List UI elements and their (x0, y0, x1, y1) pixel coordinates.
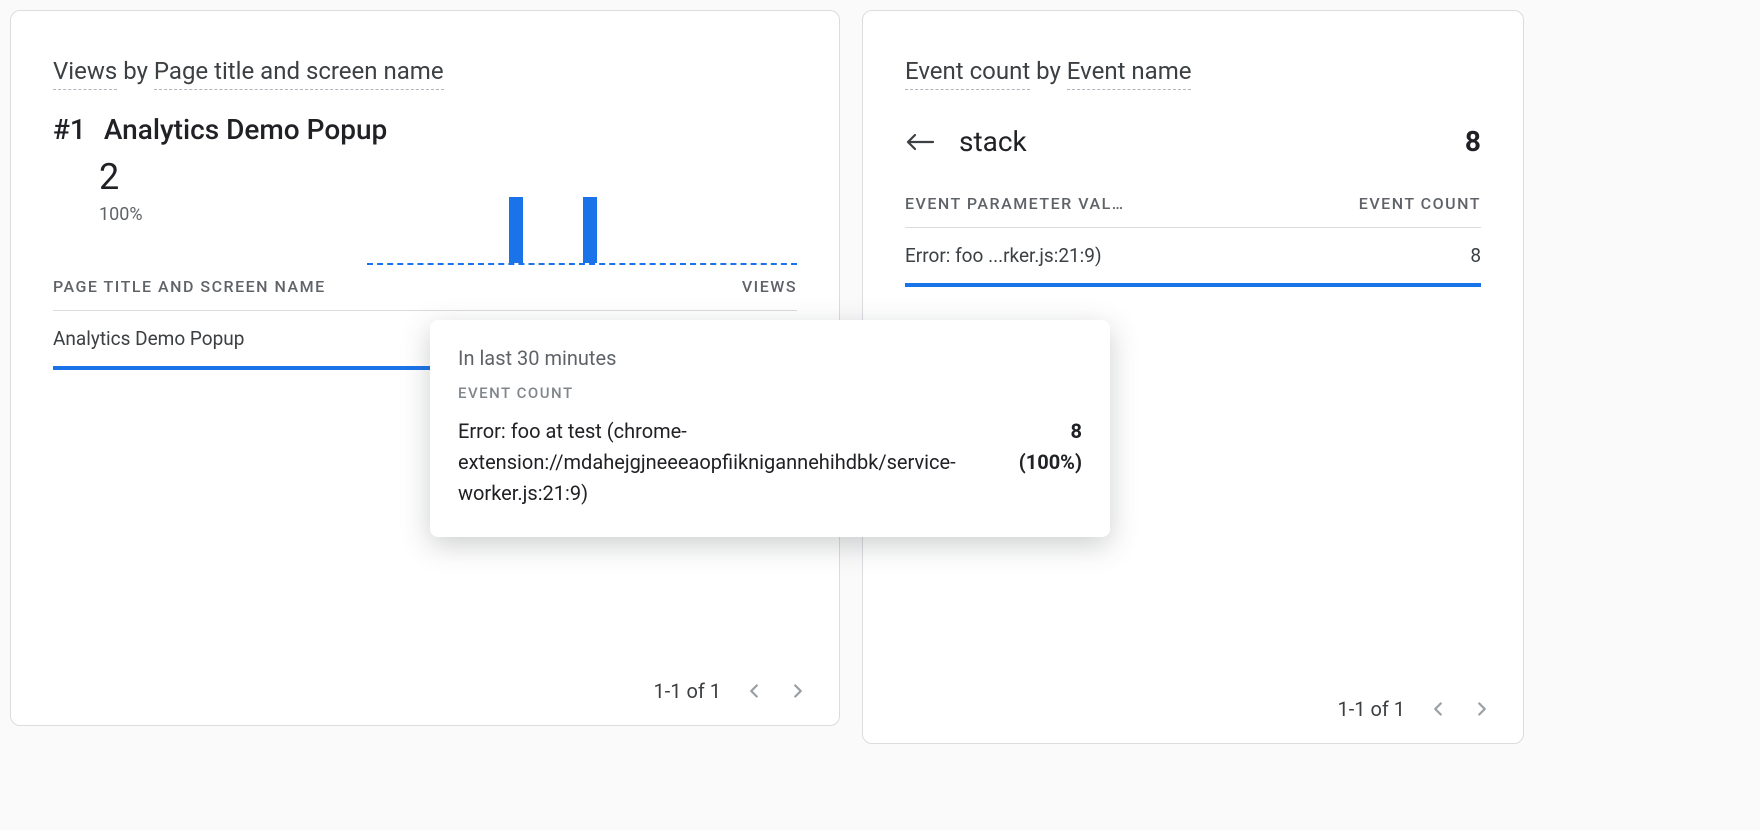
views-col-value: VIEWS (742, 277, 797, 296)
metric-name[interactable]: Event count (905, 57, 1030, 90)
chevron-right-icon[interactable] (787, 680, 809, 702)
events-col-value: EVENT COUNT (1359, 194, 1481, 213)
event-detail-header: stack 8 (905, 125, 1481, 158)
hover-tooltip: In last 30 minutes EVENT COUNT Error: fo… (430, 320, 1110, 537)
events-table-header: EVENT PARAMETER VAL… EVENT COUNT (905, 194, 1481, 228)
dimension-name[interactable]: Event name (1067, 57, 1192, 90)
views-card-title: Views by Page title and screen name (53, 57, 797, 85)
tooltip-value: 8 (1019, 416, 1082, 447)
event-total-count: 8 (1465, 125, 1481, 158)
pager-status: 1-1 of 1 (1337, 697, 1405, 721)
top-item-label: Analytics Demo Popup (104, 113, 387, 146)
tooltip-message: Error: foo at test (chrome-extension://m… (458, 416, 999, 509)
row-value: 8 (1470, 244, 1481, 267)
spark-bar (509, 197, 523, 263)
views-pager: 1-1 of 1 (653, 679, 809, 703)
metric-name[interactable]: Views (53, 57, 117, 90)
events-col-label: EVENT PARAMETER VAL… (905, 194, 1125, 213)
events-pager: 1-1 of 1 (1337, 697, 1493, 721)
views-sparkline (367, 191, 797, 265)
tooltip-percent: (100%) (1019, 450, 1082, 474)
table-row[interactable]: Error: foo ...rker.js:21:9) 8 (905, 228, 1481, 287)
spark-bar (583, 197, 597, 263)
chevron-right-icon[interactable] (1471, 698, 1493, 720)
row-label: Analytics Demo Popup (53, 327, 244, 350)
event-name: stack (959, 125, 1441, 158)
tooltip-time-range: In last 30 minutes (458, 346, 1082, 370)
chevron-left-icon[interactable] (743, 680, 765, 702)
row-label: Error: foo ...rker.js:21:9) (905, 244, 1102, 267)
views-table-header: PAGE TITLE AND SCREEN NAME VIEWS (53, 277, 797, 311)
dimension-name[interactable]: Page title and screen name (154, 57, 444, 90)
arrow-left-icon[interactable] (905, 131, 935, 153)
top-item-row: #1 Analytics Demo Popup (53, 113, 797, 146)
views-col-label: PAGE TITLE AND SCREEN NAME (53, 277, 326, 296)
chevron-left-icon[interactable] (1427, 698, 1449, 720)
events-card-title: Event count by Event name (905, 57, 1481, 85)
pager-status: 1-1 of 1 (653, 679, 721, 703)
tooltip-metric-label: EVENT COUNT (458, 384, 1082, 402)
rank-badge: #1 (53, 113, 86, 146)
